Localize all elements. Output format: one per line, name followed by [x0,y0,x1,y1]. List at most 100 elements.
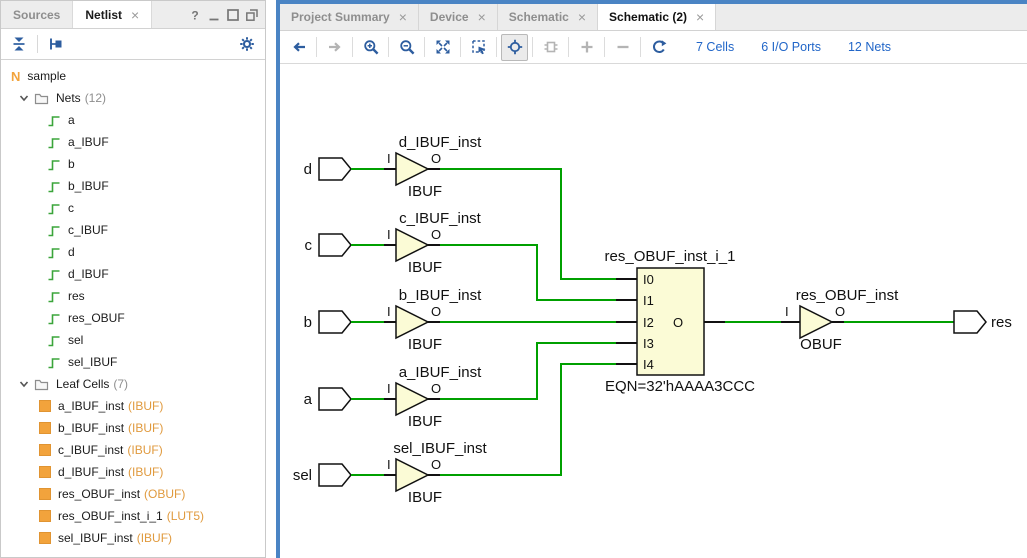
tree-item-a-ibuf[interactable]: a_IBUF [1,131,265,153]
maximize-icon[interactable] [224,6,241,23]
tree-item-sel-ibuf-inst[interactable]: sel_IBUF_inst(IBUF) [1,527,265,549]
folder-icon [34,378,49,391]
zoom-fit-icon[interactable] [429,34,456,61]
tree-item-sample[interactable]: Nsample [1,65,265,87]
instance-b_IBUF_inst[interactable] [396,306,428,338]
input-port-sel[interactable] [319,464,351,486]
net-icon [47,311,61,325]
remove-icon[interactable] [609,34,636,61]
schematic-panel: Project Summary×Device×Schematic×Schemat… [276,0,1027,558]
tree-item-res-obuf[interactable]: res_OBUF [1,307,265,329]
tree-item-sel[interactable]: sel [1,329,265,351]
tree-item-res-obuf-inst-i-1[interactable]: res_OBUF_inst_i_1(LUT5) [1,505,265,527]
settings-icon[interactable] [236,33,258,55]
input-port-d[interactable] [319,158,351,180]
instance-res_OBUF_inst[interactable] [800,306,832,338]
input-port-a[interactable] [319,388,351,410]
input-port-c[interactable] [319,234,351,256]
float-icon[interactable] [243,6,260,23]
pin-label-i: I [387,151,391,166]
tree-item-b-ibuf-inst[interactable]: b_IBUF_inst (IBUF) [1,417,265,439]
close-icon[interactable]: × [578,10,586,24]
add-icon[interactable] [573,34,600,61]
instance-name-sel_IBUF_inst: sel_IBUF_inst [393,440,487,457]
tree-item-label: c [68,201,74,215]
net-icon [47,113,61,127]
netlist-toolbar [1,29,265,60]
close-icon[interactable]: × [399,10,407,24]
tab-device[interactable]: Device× [419,4,498,30]
svg-text:?: ? [191,8,198,22]
instance-c_IBUF_inst[interactable] [396,229,428,261]
tree-item-b[interactable]: b [1,153,265,175]
chevron-down-icon[interactable] [17,377,31,391]
tree-item-d-ibuf-inst[interactable]: d_IBUF_inst(IBUF) [1,461,265,483]
instance-a_IBUF_inst[interactable] [396,383,428,415]
tab-schematic[interactable]: Schematic× [498,4,598,30]
tree-item-res-obuf-inst[interactable]: res_OBUF_inst(OBUF) [1,483,265,505]
separator [640,37,641,57]
close-icon[interactable]: × [696,10,704,24]
tree-item-label: Leaf Cells [56,377,109,391]
stat-link-6-i-o-ports[interactable]: 6 I/O Ports [761,40,821,54]
pin-label-i4: I4 [643,357,654,372]
schematic-svg[interactable]: dIOd_IBUF_instIBUFcIOc_IBUF_instIBUFbIOb… [280,64,1027,558]
tree-item-c-ibuf-inst[interactable]: c_IBUF_inst(IBUF) [1,439,265,461]
tree-item-c[interactable]: c [1,197,265,219]
cell-type: (IBUF) [128,421,163,435]
tree-item-c-ibuf[interactable]: c_IBUF [1,219,265,241]
tree-item-leaf-cells[interactable]: Leaf Cells(7) [1,373,265,395]
net-icon [47,245,61,259]
instance-d_IBUF_inst[interactable] [396,153,428,185]
close-icon[interactable]: × [131,8,139,22]
left-tabbar: Sources Netlist ×? [1,1,265,29]
tree-item-label: b_IBUF_inst [58,421,124,435]
zoom-out-icon[interactable] [393,34,420,61]
cell-type: (IBUF) [127,443,162,457]
tab-schematic-2-[interactable]: Schematic (2)× [598,4,716,30]
back-icon[interactable] [285,34,312,61]
stat-link-7-cells[interactable]: 7 Cells [696,40,734,54]
tree-item-label: res [68,289,85,303]
tree-item-a[interactable]: a [1,109,265,131]
pin-label-i0: I0 [643,272,654,287]
output-port-res[interactable] [954,311,986,333]
pin-label-i: I [785,304,789,319]
minimize-icon[interactable] [205,6,222,23]
autofit-selection-icon[interactable] [501,34,528,61]
tab-sources[interactable]: Sources [1,1,73,28]
tree-item-a-ibuf-inst[interactable]: a_IBUF_inst(IBUF) [1,395,265,417]
tree-item-res[interactable]: res [1,285,265,307]
instance-name-c_IBUF_inst: c_IBUF_inst [399,210,482,227]
regenerate-icon[interactable] [645,34,672,61]
tree-item-d[interactable]: d [1,241,265,263]
zoom-to-selection-icon[interactable] [465,34,492,61]
instance-sel_IBUF_inst[interactable] [396,459,428,491]
schematic-canvas[interactable]: dIOd_IBUF_instIBUFcIOc_IBUF_instIBUFbIOb… [280,64,1027,558]
chevron-down-icon[interactable] [17,91,31,105]
schematic-stats: 7 Cells 6 I/O Ports 12 Nets [696,40,891,54]
tree-item-sel-ibuf[interactable]: sel_IBUF [1,351,265,373]
scroll-to-icon[interactable] [45,33,67,55]
item-count: (12) [85,91,106,105]
collapse-all-icon[interactable] [8,33,30,55]
tree-item-nets[interactable]: Nets(12) [1,87,265,109]
instance-name-a_IBUF_inst: a_IBUF_inst [399,364,482,381]
cell-icon [39,444,51,456]
tree-item-d-ibuf[interactable]: d_IBUF [1,263,265,285]
stat-link-12-nets[interactable]: 12 Nets [848,40,891,54]
close-icon[interactable]: × [478,10,486,24]
input-port-b[interactable] [319,311,351,333]
tab-project-summary[interactable]: Project Summary× [280,4,419,30]
zoom-in-icon[interactable] [357,34,384,61]
cell-icon [39,532,51,544]
forward-icon[interactable] [321,34,348,61]
tab-label: Netlist [85,8,122,22]
tab-netlist[interactable]: Netlist × [73,1,152,28]
expand-cell-icon[interactable] [537,34,564,61]
tree-item-label: b [68,157,75,171]
lut-equation: EQN=32'hAAAA3CCC [605,378,755,395]
help-icon[interactable]: ? [186,6,203,23]
pin-label-o: O [673,315,683,330]
tree-item-b-ibuf[interactable]: b_IBUF [1,175,265,197]
